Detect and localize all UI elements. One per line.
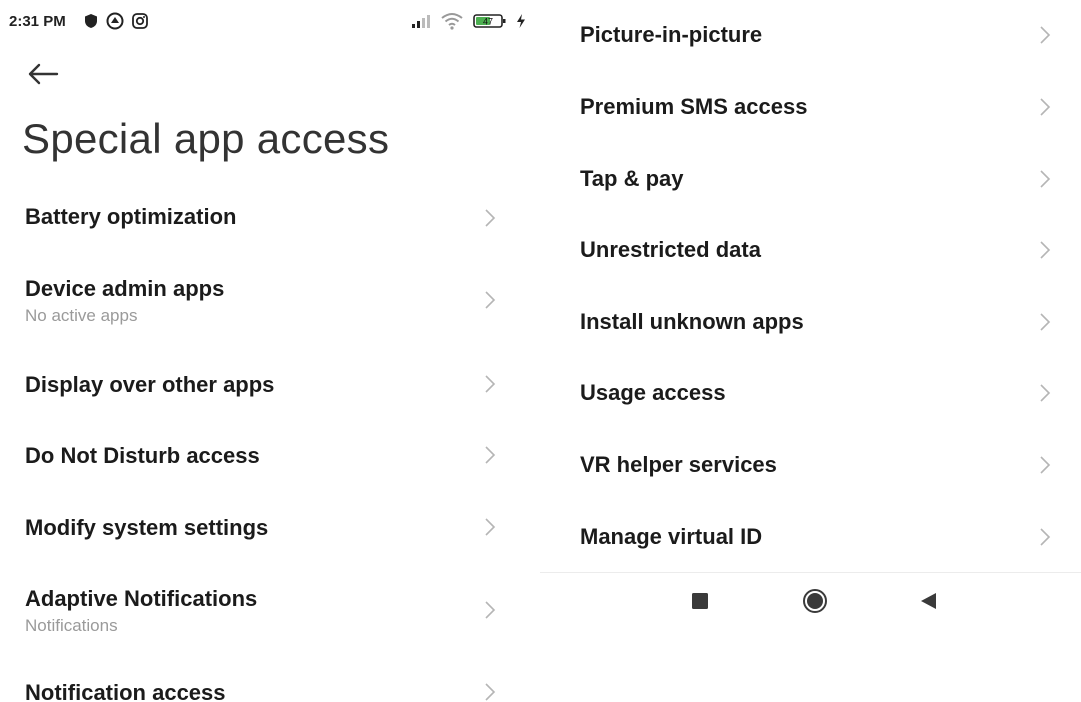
status-time: 2:31 PM xyxy=(9,13,66,30)
list-item-title: VR helper services xyxy=(580,452,777,477)
list-item-notification-access[interactable]: Notification access xyxy=(0,666,540,702)
chevron-right-icon xyxy=(485,291,496,309)
list-item-manage-virtual-id[interactable]: Manage virtual ID xyxy=(540,510,1081,568)
back-arrow-icon[interactable] xyxy=(26,60,60,88)
list-item-title: Device admin apps xyxy=(25,276,225,301)
list-item-battery-optimization[interactable]: Battery optimization xyxy=(0,190,540,250)
back-triangle-icon[interactable] xyxy=(916,588,942,614)
list-item-modify-system-settings[interactable]: Modify system settings xyxy=(0,501,540,561)
wifi-icon xyxy=(441,13,463,30)
charging-icon xyxy=(517,14,525,28)
list-item-title: Modify system settings xyxy=(25,515,269,540)
chevron-right-icon xyxy=(485,375,496,393)
list-item-premium-sms-access[interactable]: Premium SMS access xyxy=(540,80,1081,138)
chevron-right-icon xyxy=(485,601,496,619)
left-screen-panel: 2:31 PM 47 Special app access Battery op… xyxy=(0,0,540,702)
list-item-install-unknown-apps[interactable]: Install unknown apps xyxy=(540,295,1081,353)
list-item-title: Manage virtual ID xyxy=(580,524,763,549)
list-item-subtitle: Notifications xyxy=(25,616,118,635)
list-item-title: Adaptive Notifications xyxy=(25,586,258,611)
list-item-title: Usage access xyxy=(580,380,726,405)
status-left-icons xyxy=(84,12,148,30)
list-item-title: Premium SMS access xyxy=(580,94,808,119)
list-item-title: Display over other apps xyxy=(25,372,275,397)
shield-icon xyxy=(85,14,97,28)
list-item-title: Tap & pay xyxy=(580,166,684,191)
status-bar: 2:31 PM 47 xyxy=(0,0,540,42)
status-right-icons: 47 xyxy=(411,12,526,30)
chevron-right-icon xyxy=(1040,98,1051,116)
chevron-right-icon xyxy=(485,518,496,536)
battery-level-text: 47 xyxy=(483,17,493,27)
chevron-right-icon xyxy=(1040,170,1051,188)
list-item-subtitle: No active apps xyxy=(25,306,138,325)
signal-icon xyxy=(412,15,430,28)
list-item-display-over-other-apps[interactable]: Display over other apps xyxy=(0,358,540,418)
chevron-right-icon xyxy=(1040,241,1051,259)
battery-icon: 47 xyxy=(473,14,506,28)
list-item-title: Do Not Disturb access xyxy=(25,443,260,468)
home-circle-icon[interactable] xyxy=(802,588,828,614)
list-item-picture-in-picture[interactable]: Picture-in-picture xyxy=(540,8,1081,66)
chevron-right-icon xyxy=(485,209,496,227)
chevron-right-icon xyxy=(1040,528,1051,546)
instagram-icon xyxy=(132,13,148,29)
list-item-do-not-disturb-access[interactable]: Do Not Disturb access xyxy=(0,429,540,489)
list-item-title: Install unknown apps xyxy=(580,309,804,334)
list-item-title: Picture-in-picture xyxy=(580,22,763,47)
chevron-right-icon xyxy=(485,683,496,701)
list-item-adaptive-notifications[interactable]: Adaptive Notifications Notifications xyxy=(0,572,540,652)
list-item-title: Notification access xyxy=(25,680,226,702)
list-item-usage-access[interactable]: Usage access xyxy=(540,366,1081,424)
recents-square-icon[interactable] xyxy=(687,588,713,614)
list-item-device-admin-apps[interactable]: Device admin apps No active apps xyxy=(0,262,540,342)
chevron-right-icon xyxy=(485,446,496,464)
chevron-right-icon xyxy=(1040,313,1051,331)
chevron-right-icon xyxy=(1040,456,1051,474)
vpn-icon xyxy=(106,12,124,30)
list-item-vr-helper-services[interactable]: VR helper services xyxy=(540,438,1081,496)
page-title: Special app access xyxy=(22,115,390,162)
list-item-tap-and-pay[interactable]: Tap & pay xyxy=(540,152,1081,210)
list-item-unrestricted-data[interactable]: Unrestricted data xyxy=(540,223,1081,281)
list-item-title: Unrestricted data xyxy=(580,237,761,262)
nav-bar-divider xyxy=(540,572,1081,573)
chevron-right-icon xyxy=(1040,26,1051,44)
chevron-right-icon xyxy=(1040,384,1051,402)
list-item-title: Battery optimization xyxy=(25,204,237,229)
right-screen-panel: Picture-in-picture Premium SMS access Ta… xyxy=(540,0,1081,702)
